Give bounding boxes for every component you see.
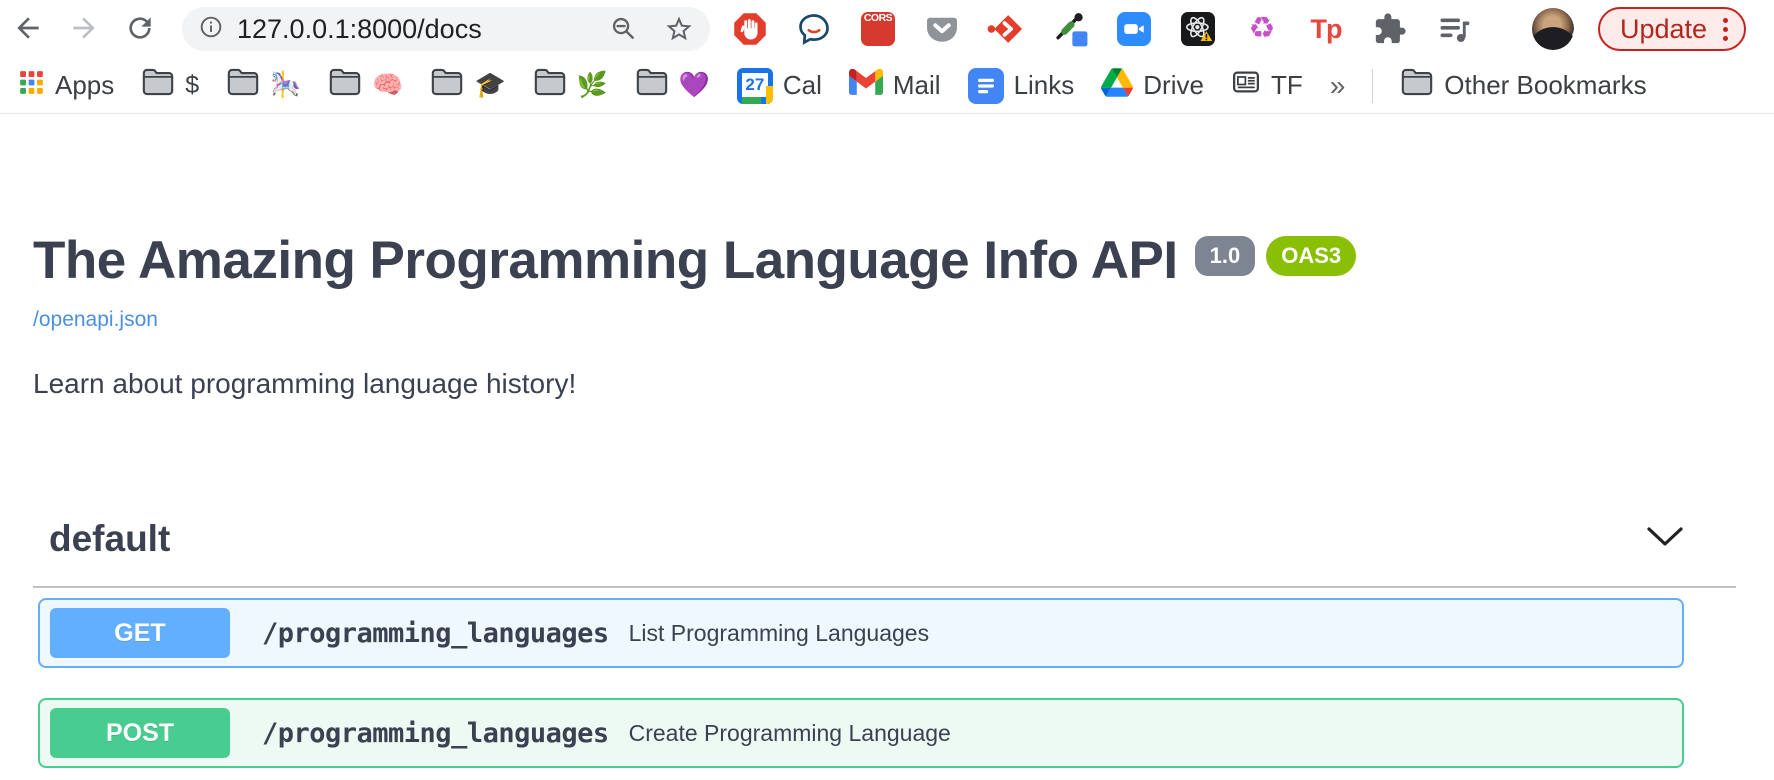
update-label: Update xyxy=(1620,14,1707,45)
recycle-extension-icon[interactable]: ♻ xyxy=(1242,9,1282,49)
zoom-meeting-extension-icon[interactable] xyxy=(1114,9,1154,49)
playlist-extension-icon[interactable] xyxy=(1434,9,1474,49)
calendar-day: 27 xyxy=(742,73,768,97)
folder-icon xyxy=(430,67,464,104)
forward-icon xyxy=(68,12,100,47)
swagger-docs: The Amazing Programming Language Info AP… xyxy=(33,232,1736,768)
article-page-icon xyxy=(1231,67,1261,104)
api-header: The Amazing Programming Language Info AP… xyxy=(33,232,1736,290)
bookmarks-overflow-button[interactable]: » xyxy=(1330,70,1346,102)
browser-toolbar: 127.0.0.1:8000/docs xyxy=(0,0,1774,58)
bookmark-calendar[interactable]: 27 Cal xyxy=(737,68,822,104)
other-bookmarks[interactable]: Other Bookmarks xyxy=(1400,67,1646,104)
video-camera-icon xyxy=(1117,12,1151,46)
folder-icon xyxy=(226,67,260,104)
bookmarks-divider xyxy=(1372,69,1373,103)
color-picker-extension-icon[interactable] xyxy=(1050,9,1090,49)
openapi-json-link[interactable]: /openapi.json xyxy=(33,308,158,332)
browser-menu-dots-icon[interactable] xyxy=(1723,18,1728,41)
operation-post-programming-languages[interactable]: POST /programming_languages Create Progr… xyxy=(38,698,1684,768)
api-description: Learn about programming language history… xyxy=(33,368,1736,400)
apps-label: Apps xyxy=(55,70,114,101)
folder-icon xyxy=(635,67,669,104)
react-devtools-extension-icon[interactable] xyxy=(1178,9,1218,49)
reload-button[interactable] xyxy=(112,1,168,57)
back-button[interactable] xyxy=(0,1,56,57)
forward-button[interactable] xyxy=(56,1,112,57)
bookmark-tf[interactable]: TF xyxy=(1231,67,1303,104)
tf-label: TF xyxy=(1271,70,1303,101)
apps-grid-icon xyxy=(18,69,45,103)
bookmark-folder-herb[interactable]: 🌿 xyxy=(533,67,608,104)
bookmarks-bar: Apps $ 🎠 🧠 🎓 🌿 💜 27 Cal xyxy=(0,58,1774,114)
zoom-out-icon[interactable] xyxy=(610,15,638,43)
tag-section-default[interactable]: default xyxy=(33,518,1736,588)
operation-summary: Create Programming Language xyxy=(629,720,951,747)
page-title: The Amazing Programming Language Info AP… xyxy=(33,232,1178,290)
bookmark-folder-brain[interactable]: 🧠 xyxy=(328,67,403,104)
bookmark-folder-heart[interactable]: 💜 xyxy=(635,67,710,104)
version-badge: 1.0 xyxy=(1195,236,1256,276)
cors-extension-icon[interactable]: CORS xyxy=(858,9,898,49)
bookmark-folder-dollar[interactable]: $ xyxy=(141,67,199,104)
operation-path: /programming_languages xyxy=(262,618,609,649)
bookmark-star-icon[interactable] xyxy=(664,14,694,44)
tp-label: Tp xyxy=(1311,14,1342,45)
post-method-badge: POST xyxy=(50,708,230,758)
folder-emoji: 🎓 xyxy=(474,73,505,98)
folder-icon xyxy=(1400,67,1434,104)
operation-path: /programming_languages xyxy=(262,718,609,749)
chevron-down-icon[interactable] xyxy=(1646,526,1684,553)
drive-label: Drive xyxy=(1143,70,1204,101)
tag-name: default xyxy=(49,518,170,560)
oas3-badge: OAS3 xyxy=(1266,236,1356,276)
folder-emoji: 🎠 xyxy=(270,73,301,98)
recycle-glyph: ♻ xyxy=(1249,14,1276,44)
gmail-icon xyxy=(849,69,883,102)
bookmark-mail[interactable]: Mail xyxy=(849,69,941,102)
cors-label: CORS xyxy=(861,12,895,46)
adblock-extension-icon[interactable] xyxy=(730,9,770,49)
back-icon xyxy=(12,12,44,47)
address-bar[interactable]: 127.0.0.1:8000/docs xyxy=(182,7,710,51)
profile-avatar[interactable] xyxy=(1532,8,1574,50)
bookmark-links[interactable]: Links xyxy=(968,68,1075,104)
links-tile-icon xyxy=(968,68,1004,104)
url-text: 127.0.0.1:8000/docs xyxy=(237,14,584,45)
folder-emoji: 💜 xyxy=(679,73,710,98)
share-diamond-extension-icon[interactable] xyxy=(986,9,1026,49)
folder-icon xyxy=(533,67,567,104)
bookmark-folder-grad[interactable]: 🎓 xyxy=(430,67,505,104)
folder-emoji: 🌿 xyxy=(577,73,608,98)
chat-bubble-extension-icon[interactable] xyxy=(794,9,834,49)
google-drive-icon xyxy=(1101,68,1133,104)
folder-icon xyxy=(141,67,175,104)
mail-label: Mail xyxy=(893,70,941,101)
bookmark-drive[interactable]: Drive xyxy=(1101,68,1204,104)
links-label: Links xyxy=(1014,70,1075,101)
pocket-extension-icon[interactable] xyxy=(922,9,962,49)
api-badges: 1.0 OAS3 xyxy=(1195,236,1357,276)
page-info-icon[interactable] xyxy=(198,14,224,45)
update-button[interactable]: Update xyxy=(1598,7,1746,51)
reload-icon xyxy=(124,12,156,47)
operation-summary: List Programming Languages xyxy=(629,620,929,647)
extensions-area: CORS xyxy=(730,9,1474,49)
google-calendar-icon: 27 xyxy=(737,68,773,104)
folder-emoji: 🧠 xyxy=(372,73,403,98)
operation-get-programming-languages[interactable]: GET /programming_languages List Programm… xyxy=(38,598,1684,668)
calendar-label: Cal xyxy=(783,70,822,101)
extensions-puzzle-icon[interactable] xyxy=(1370,9,1410,49)
overflow-chevron: » xyxy=(1330,70,1346,102)
toucan-extension-icon[interactable]: Tp xyxy=(1306,9,1346,49)
get-method-badge: GET xyxy=(50,608,230,658)
atom-icon xyxy=(1181,12,1215,46)
bookmark-folder-carousel[interactable]: 🎠 xyxy=(226,67,301,104)
other-bookmarks-label: Other Bookmarks xyxy=(1444,70,1646,101)
apps-shortcut[interactable]: Apps xyxy=(18,69,114,103)
folder-icon xyxy=(328,67,362,104)
folder-emoji: $ xyxy=(185,73,199,98)
